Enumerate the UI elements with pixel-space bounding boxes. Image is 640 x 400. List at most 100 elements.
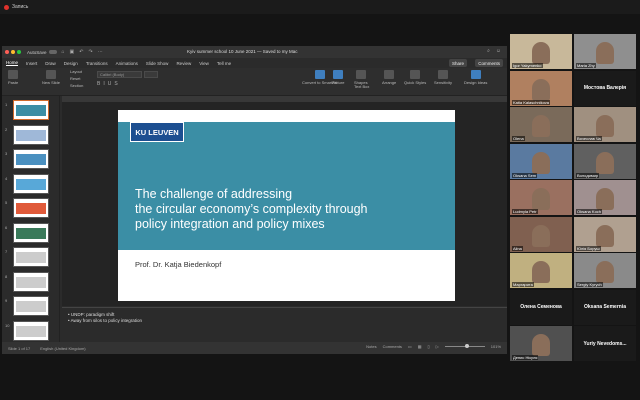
participant-tile[interactable]: Юлія Боруш (574, 216, 636, 252)
reading-view-icon[interactable]: ▯ (427, 344, 429, 349)
tab-insert[interactable]: Insert (26, 61, 37, 66)
tab-transitions[interactable]: Transitions (86, 61, 108, 66)
participant-tile[interactable]: Мостова Валерія (574, 70, 636, 106)
normal-view-icon[interactable]: ▭ (408, 344, 412, 349)
autosave[interactable]: AutoSave (27, 50, 57, 55)
thumbnail-image[interactable] (13, 271, 49, 292)
thumbnail-content (16, 252, 46, 263)
slide-thumbnail[interactable]: 2 (2, 124, 60, 147)
share-button[interactable]: Share (448, 59, 467, 67)
slide-thumbnail[interactable]: 7 (2, 247, 60, 269)
participant-tile[interactable]: Oksana Semernia (574, 289, 636, 325)
thumbnail-image[interactable] (13, 198, 49, 218)
undo-icon[interactable]: ↶ (79, 49, 83, 55)
reset-button[interactable]: Reset (70, 76, 80, 81)
thumbnail-image[interactable] (13, 100, 49, 120)
redo-icon[interactable]: ↷ (88, 49, 92, 55)
shapes-button[interactable]: Shapes (354, 70, 368, 85)
close-window-icon[interactable] (5, 50, 9, 54)
minimize-window-icon[interactable] (11, 50, 15, 54)
participant-tile[interactable]: Maria Zhy (574, 34, 636, 69)
picture-button[interactable]: Picture (332, 70, 344, 85)
home-icon[interactable]: ⌂ (62, 49, 65, 55)
arrange-label: Arrange (382, 80, 397, 85)
speaker-notes[interactable]: • UNDP: paradigm shift • Away from silos… (62, 307, 507, 342)
quick-styles-button[interactable]: Quick Styles (404, 70, 426, 85)
sensitivity-button[interactable]: Sensitivity (434, 70, 452, 85)
comments-button[interactable]: Comments (475, 59, 503, 67)
paste-button[interactable]: Paste (8, 70, 18, 85)
search-icon[interactable]: ⌕ (487, 48, 490, 54)
participant-tile[interactable]: Yuriy Nevedoms... (574, 326, 636, 361)
zoom-thumb[interactable] (464, 344, 469, 348)
zoom-slider[interactable] (444, 344, 485, 348)
participant-tile[interactable]: Igor Yakymenko (510, 34, 572, 69)
tab-design[interactable]: Design (64, 61, 78, 66)
participant-tile[interactable]: Маргарита (510, 253, 572, 288)
arrange-icon (384, 70, 395, 79)
participant-tile[interactable]: Sergiy Kyrych (574, 253, 636, 288)
slide-thumbnail[interactable]: 1 (2, 100, 60, 122)
account-icon[interactable]: ☺ (496, 48, 501, 54)
thumbnail-image[interactable] (13, 247, 49, 267)
slide-thumbnail[interactable]: 9 (2, 296, 60, 318)
tab-review[interactable]: Review (176, 61, 191, 66)
thumbnail-image[interactable] (13, 173, 49, 194)
slide-title[interactable]: The challenge of addressing the circular… (135, 187, 435, 232)
zoom-level[interactable]: 101% (491, 344, 501, 349)
thumbnail-image[interactable] (13, 296, 49, 316)
section-button[interactable]: Section (70, 83, 83, 88)
participant-tile[interactable]: Володимир (574, 143, 636, 179)
comments-toggle[interactable]: Comments (383, 344, 402, 349)
participant-tile[interactable]: Олена Семенова (510, 289, 572, 325)
slide-thumbnail[interactable]: 3 (2, 149, 60, 171)
zoom-window-icon[interactable] (17, 50, 21, 54)
arrange-button[interactable]: Arrange (382, 70, 396, 85)
thumbnail-image[interactable] (13, 320, 49, 341)
thumbnail-number: 6 (5, 224, 8, 230)
more-icon[interactable]: ··· (98, 49, 103, 55)
layout-button[interactable]: Layout (70, 69, 82, 74)
strikethrough-icon[interactable]: S (114, 81, 117, 87)
font-size-select[interactable] (144, 71, 158, 78)
participant-tile[interactable]: Денис Нікуля (510, 326, 572, 361)
slide-thumbnail[interactable]: 10 (2, 320, 60, 343)
participant-tile[interactable]: Oksana Koch (574, 180, 636, 215)
text-box-button[interactable]: Text Box (354, 84, 369, 89)
participant-tile[interactable]: Ludmyla Petr (510, 180, 572, 215)
bold-icon[interactable]: B (97, 81, 100, 87)
thumbnail-image[interactable] (13, 222, 49, 243)
new-slide-button[interactable]: New Slide (42, 70, 60, 85)
slide-thumbnail[interactable]: 5 (2, 198, 60, 220)
save-icon[interactable]: ▣ (70, 49, 75, 55)
notes-toggle[interactable]: Notes (366, 344, 376, 349)
sorter-view-icon[interactable]: ▦ (418, 344, 422, 349)
underline-icon[interactable]: U (108, 81, 112, 87)
participant-name: Oksana Sem (512, 172, 538, 178)
participant-name: Oksana Koch (576, 209, 603, 214)
participant-tile[interactable]: Katia Kalaschnikova (510, 70, 572, 106)
language-status[interactable]: English (United Kingdom) (40, 346, 85, 351)
slide-author[interactable]: Prof. Dr. Katja Biedenkopf (135, 260, 221, 269)
participant-tile[interactable]: Olena (510, 107, 572, 142)
tab-home[interactable]: Home (6, 60, 19, 66)
participant-tile[interactable]: Oksana Sem (510, 143, 572, 179)
current-slide[interactable]: KU LEUVEN The challenge of addressing th… (118, 110, 455, 301)
design-ideas-button[interactable]: Design Ideas (464, 70, 487, 85)
slide-thumbnail[interactable]: 8 (2, 271, 60, 294)
participant-tile[interactable]: Вячеслав Ча (574, 107, 636, 142)
tab-slide-show[interactable]: Slide Show (146, 61, 169, 66)
italic-icon[interactable]: I (103, 81, 104, 87)
slide-thumbnail[interactable]: 6 (2, 222, 60, 245)
tell-me[interactable]: Tell me (217, 61, 231, 66)
autosave-toggle[interactable] (48, 50, 57, 54)
thumbnail-image[interactable] (13, 149, 49, 169)
slideshow-icon[interactable]: ▷ (436, 344, 439, 349)
tab-view[interactable]: View (199, 61, 209, 66)
thumbnail-image[interactable] (13, 124, 49, 145)
tab-draw[interactable]: Draw (45, 61, 56, 66)
participant-tile[interactable]: Alina (510, 216, 572, 252)
tab-animations[interactable]: Animations (116, 61, 138, 66)
slide-thumbnail[interactable]: 4 (2, 173, 60, 196)
font-name-select[interactable]: Calibri (Body) (97, 71, 142, 78)
